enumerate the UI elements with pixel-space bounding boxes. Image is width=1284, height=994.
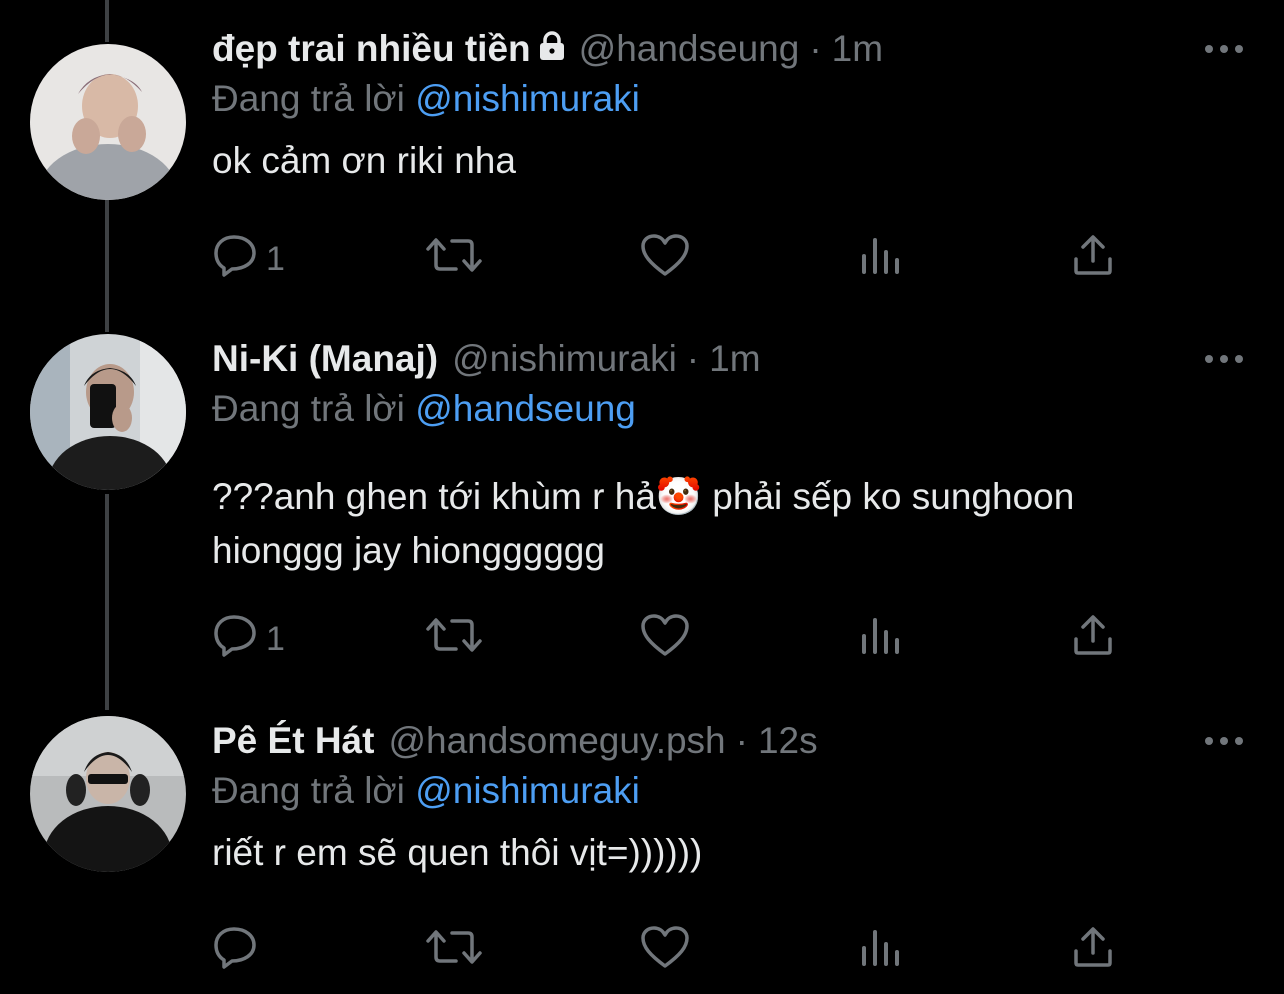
more-icon[interactable] — [1184, 716, 1244, 766]
retweet-icon — [426, 927, 482, 976]
retweet-icon — [426, 235, 482, 284]
reply-count: 1 — [266, 239, 285, 278]
avatar[interactable] — [30, 716, 186, 872]
share-icon — [1072, 613, 1114, 666]
timestamp[interactable]: 1m — [832, 28, 883, 70]
tweet-text: ???anh ghen tới khùm r hả🤡 phải sếp ko s… — [212, 470, 1244, 578]
views-icon — [860, 926, 902, 977]
reply-icon — [212, 925, 258, 978]
views-button[interactable] — [860, 926, 902, 976]
thread-connector-2 — [105, 494, 109, 710]
display-name[interactable]: Ni-Ki (Manaj) — [212, 338, 438, 380]
separator-dot: · — [809, 28, 822, 69]
tweet-text-line: hionggg jay hiongggggg — [212, 530, 605, 571]
tweet-header: đẹp trai nhiều tiền @handseung · 1m — [212, 24, 1244, 74]
timestamp[interactable]: 12s — [758, 720, 818, 762]
avatar[interactable] — [30, 44, 186, 200]
replying-to-label: Đang trả lời — [212, 388, 405, 429]
like-button[interactable] — [640, 613, 690, 666]
share-icon — [1072, 925, 1114, 978]
share-button[interactable] — [1072, 926, 1114, 976]
tweet-text-content: ok cảm ơn riki nha — [212, 140, 516, 181]
avatar-handseung-image — [30, 44, 186, 200]
tweet-actions: 1 — [212, 233, 1132, 286]
share-icon — [1072, 233, 1114, 286]
views-icon — [860, 234, 902, 285]
replying-to: Đang trả lời @handseung — [212, 384, 1244, 434]
tweet-header: Ni-Ki (Manaj) @nishimuraki · 1m — [212, 334, 1244, 384]
mention-link[interactable]: @nishimuraki — [415, 78, 640, 119]
thread-connector-top — [105, 0, 109, 42]
retweet-button[interactable] — [426, 614, 482, 664]
user-handle[interactable]: @nishimuraki — [452, 338, 677, 380]
reply-icon — [212, 613, 258, 666]
like-button[interactable] — [640, 233, 690, 286]
heart-icon — [640, 925, 690, 978]
mention-link[interactable]: @nishimuraki — [415, 770, 640, 811]
display-name[interactable]: Pê Ét Hát — [212, 720, 374, 762]
avatar-handsomeguy-image — [30, 716, 186, 872]
replying-to-label: Đang trả lời — [212, 770, 405, 811]
tweet-text-content: riết r em sẽ quen thôi vịt=)))))) — [212, 832, 703, 873]
share-button[interactable] — [1072, 614, 1114, 664]
like-button[interactable] — [640, 925, 690, 978]
replying-to-label: Đang trả lời — [212, 78, 405, 119]
tweet-actions: 1 — [212, 613, 1132, 666]
tweet-text: riết r em sẽ quen thôi vịt=)))))) — [212, 826, 1244, 880]
tweet-text-line: ???anh ghen tới khùm r hả🤡 phải sếp ko s… — [212, 476, 1075, 517]
reply-count: 1 — [266, 619, 285, 658]
tweet-text: ok cảm ơn riki nha — [212, 134, 1244, 188]
timestamp[interactable]: 1m — [709, 338, 760, 380]
views-button[interactable] — [860, 614, 902, 664]
avatar[interactable] — [30, 334, 186, 490]
views-icon — [860, 614, 902, 665]
more-icon[interactable] — [1184, 24, 1244, 74]
share-button[interactable] — [1072, 234, 1114, 284]
reply-icon — [212, 233, 258, 286]
heart-icon — [640, 613, 690, 666]
replying-to: Đang trả lời @nishimuraki — [212, 766, 1244, 816]
tweet-header: Pê Ét Hát @handsomeguy.psh · 12s — [212, 716, 1244, 766]
more-icon[interactable] — [1184, 334, 1244, 384]
display-name[interactable]: đẹp trai nhiều tiền — [212, 28, 531, 70]
heart-icon — [640, 233, 690, 286]
thread-connector-1 — [105, 186, 109, 332]
retweet-button[interactable] — [426, 926, 482, 976]
user-handle[interactable]: @handseung — [579, 28, 800, 70]
user-handle[interactable]: @handsomeguy.psh — [388, 720, 725, 762]
separator-dot: · — [735, 720, 748, 761]
reply-button[interactable]: 1 — [212, 234, 285, 284]
mention-link[interactable]: @handseung — [415, 388, 636, 429]
lock-icon — [539, 28, 565, 70]
replying-to: Đang trả lời @nishimuraki — [212, 74, 1244, 124]
views-button[interactable] — [860, 234, 902, 284]
separator-dot: · — [686, 338, 700, 379]
avatar-nishimuraki-image — [30, 334, 186, 490]
retweet-icon — [426, 615, 482, 664]
reply-button[interactable]: 1 — [212, 614, 285, 664]
reply-button[interactable] — [212, 926, 266, 976]
retweet-button[interactable] — [426, 234, 482, 284]
tweet-actions — [212, 925, 1132, 978]
